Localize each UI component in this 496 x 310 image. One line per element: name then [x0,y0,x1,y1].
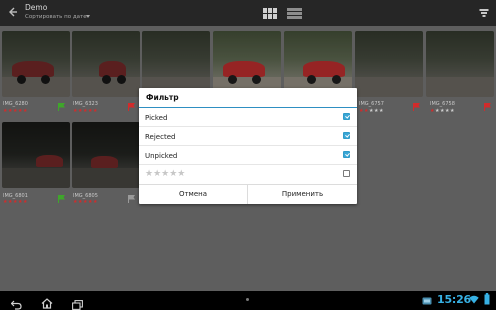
filter-option-unpicked[interactable]: Unpicked [139,146,357,165]
photo-filename: IMG_6757 [359,101,384,107]
action-bar: Demo Сортировать по дате [0,0,496,26]
dialog-title: Фильтр [146,93,179,102]
unpicked-flag-icon[interactable] [128,195,135,203]
picked-flag-icon[interactable] [58,103,65,111]
photo-rating: ★★★★★ [359,108,384,114]
rating-checkbox[interactable] [343,170,350,177]
photo-rating: ★★★★★ [3,199,28,205]
photo-thumbnail[interactable] [355,31,423,97]
wifi-icon [469,295,479,304]
rejected-checkbox[interactable] [343,132,350,139]
picked-flag-icon[interactable] [58,195,65,203]
photo-filename: IMG_6758 [430,101,455,107]
sort-order-label[interactable]: Сортировать по дате [25,14,87,20]
photo-rating: ★★★★★ [73,108,98,114]
clock: 15:26 [437,293,472,306]
nav-home-icon[interactable] [41,294,53,309]
filter-icon[interactable] [479,9,488,17]
grid-view-icon[interactable] [263,8,277,19]
notification-icon [422,297,432,305]
back-arrow-icon[interactable] [8,7,18,17]
option-label: Rejected [145,133,176,141]
menu-dot-icon[interactable] [246,298,249,301]
nav-recent-apps-icon[interactable] [72,295,83,310]
photo-filename: IMG_6323 [73,101,98,107]
filter-option-rejected[interactable]: Rejected [139,127,357,146]
rejected-flag-icon[interactable] [484,103,491,111]
photo-filename: IMG_6280 [3,101,28,107]
filter-option-rating[interactable]: ★★★★★ [139,165,357,184]
filter-option-picked[interactable]: Picked [139,108,357,127]
option-label: Unpicked [145,152,178,160]
rejected-flag-icon[interactable] [413,103,420,111]
picked-checkbox[interactable] [343,113,350,120]
cancel-button[interactable]: Отмена [139,185,248,204]
nav-back-icon[interactable] [10,295,22,310]
filter-dialog: Фильтр Picked Rejected Unpicked ★★★★★ От… [139,88,357,204]
photo-thumbnail[interactable] [2,122,70,188]
option-label: Picked [145,114,168,122]
dialog-buttons: Отмена Применить [139,184,357,204]
photo-rating: ★★★★★ [430,108,455,114]
photo-rating: ★★★★★ [3,108,28,114]
screen: Demo Сортировать по дате IMG_6280 ★★★★★ … [0,0,496,310]
system-navigation-bar: 15:26 [0,291,496,310]
rating-stars-icon: ★★★★★ [145,169,186,179]
unpicked-checkbox[interactable] [343,151,350,158]
battery-icon [484,293,490,305]
list-view-icon[interactable] [287,8,302,19]
rejected-flag-icon[interactable] [128,103,135,111]
chevron-down-icon[interactable] [86,15,90,18]
photo-thumbnail[interactable] [426,31,494,97]
photo-thumbnail[interactable] [2,31,70,97]
apply-button[interactable]: Применить [248,185,357,204]
photo-thumbnail[interactable] [72,122,140,188]
album-title: Demo [25,3,48,12]
photo-thumbnail[interactable] [72,31,140,97]
photo-rating: ★★★★★ [73,199,98,205]
